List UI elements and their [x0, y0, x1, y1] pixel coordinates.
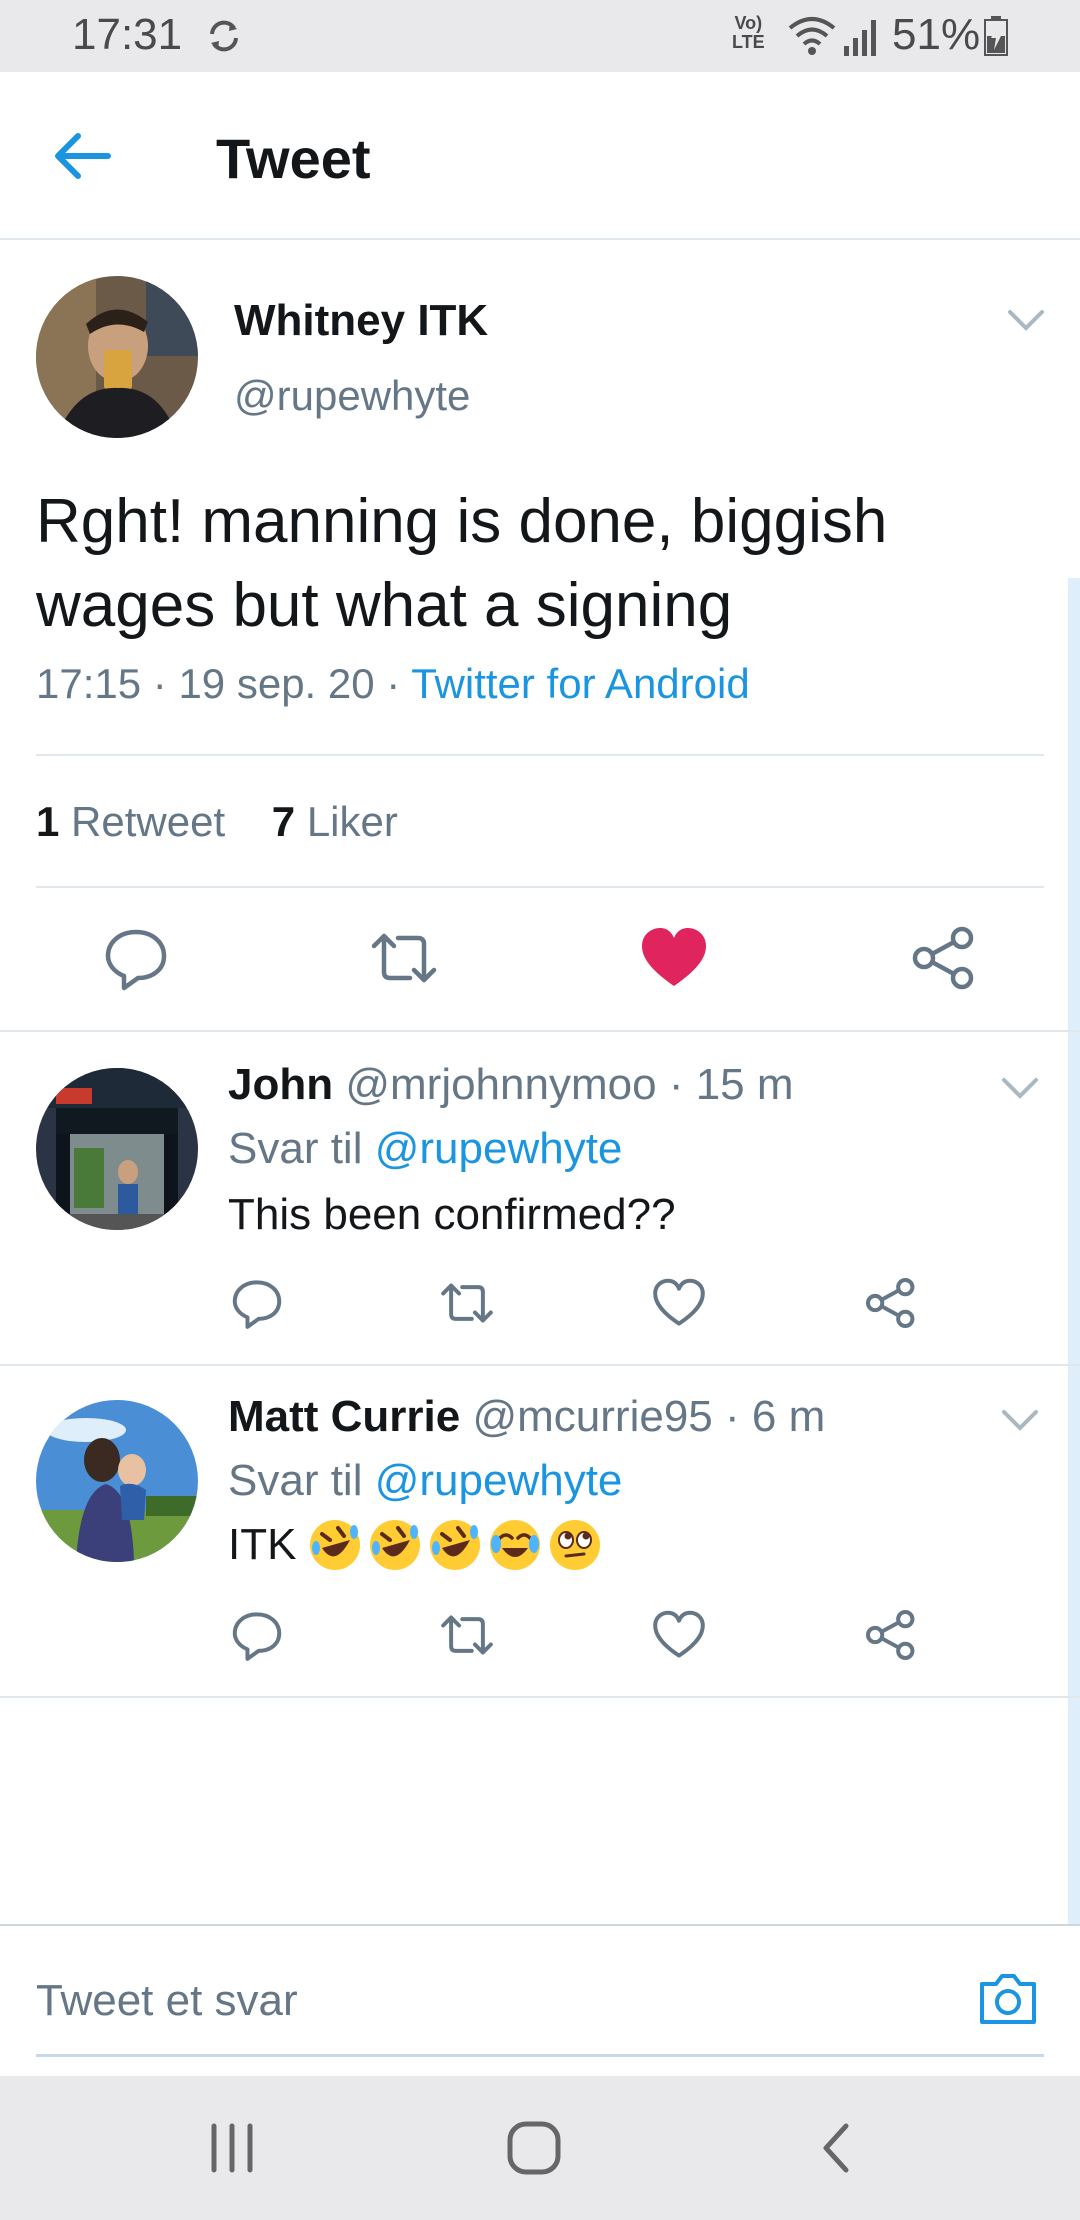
back-arrow-icon[interactable] [48, 124, 120, 188]
heart-outline-icon[interactable] [652, 1276, 706, 1330]
meta-separator: · [386, 660, 401, 707]
eye-roll-emoji [550, 1520, 601, 1570]
reply-avatar[interactable] [36, 1400, 198, 1562]
divider [36, 754, 1044, 756]
meta-separator: · [152, 660, 167, 707]
sync-icon [210, 20, 238, 52]
tweet-source-link[interactable]: Twitter for Android [411, 660, 749, 707]
retweets-stat[interactable]: 1 Retweet [36, 798, 225, 845]
battery-percent: 51% [892, 10, 981, 59]
chevron-down-icon[interactable] [998, 1402, 1042, 1438]
retweet-icon[interactable] [440, 1276, 494, 1330]
back-icon[interactable] [808, 2118, 868, 2178]
heart-filled-icon[interactable] [640, 924, 708, 992]
chevron-down-icon[interactable] [1004, 302, 1048, 338]
chevron-down-icon[interactable] [998, 1070, 1042, 1106]
likes-stat[interactable]: 7 Liker [272, 798, 398, 845]
recent-apps-icon[interactable] [202, 2118, 262, 2178]
reply-icon[interactable] [230, 1276, 284, 1330]
divider [0, 1924, 1080, 1926]
reply-age: 6 m [751, 1392, 826, 1441]
divider [0, 1030, 1080, 1032]
tweet-meta: 17:15 · 19 sep. 20 · Twitter for Android [36, 660, 750, 708]
reply-author-handle[interactable]: @mcurrie95 [472, 1392, 712, 1441]
retweet-icon[interactable] [440, 1608, 494, 1662]
home-icon[interactable] [504, 2118, 564, 2178]
divider [36, 886, 1044, 888]
reply-age: 15 m [695, 1060, 794, 1109]
tweet-text: Rght! manning is done, biggish wages but… [36, 487, 888, 640]
reply-text: This been confirmed?? [228, 1190, 676, 1239]
status-bar: 17:31 Vo) LTE 51% [0, 0, 1080, 72]
reply-to-link[interactable]: @rupewhyte [375, 1456, 623, 1505]
wifi-icon [788, 17, 836, 55]
tweet-date: 19 sep. 20 [178, 660, 375, 707]
tears-of-joy-emoji [490, 1520, 541, 1570]
scrollbar[interactable] [1068, 578, 1080, 1924]
app-header: Tweet [0, 72, 1080, 240]
signal-icon [844, 20, 876, 56]
reply-to-link[interactable]: @rupewhyte [375, 1124, 623, 1173]
rolling-on-floor-laughing-emoji [310, 1520, 361, 1570]
reply-text: ITK [228, 1518, 602, 1572]
reply-icon[interactable] [230, 1608, 284, 1662]
reply-context: Svar til @rupewhyte [228, 1456, 623, 1505]
reply-author-name[interactable]: Matt Currie [228, 1392, 460, 1441]
tweet-stats: 1 Retweet 7 Liker [36, 798, 398, 846]
reply-icon[interactable] [102, 924, 170, 992]
rolling-on-floor-laughing-emoji [430, 1520, 481, 1570]
battery-charging-icon [984, 16, 1008, 56]
rolling-on-floor-laughing-emoji [370, 1520, 421, 1570]
author-avatar[interactable] [36, 276, 198, 438]
reply-context: Svar til @rupewhyte [228, 1124, 623, 1173]
divider [0, 1364, 1080, 1366]
page-title: Tweet [216, 127, 371, 190]
share-icon[interactable] [864, 1276, 918, 1330]
camera-icon[interactable] [976, 1968, 1040, 2028]
compose-underline [36, 2054, 1044, 2057]
retweet-icon[interactable] [370, 924, 438, 992]
reply-author-name[interactable]: John [228, 1060, 333, 1109]
author-name[interactable]: Whitney ITK [234, 296, 488, 346]
reply-compose-input[interactable]: Tweet et svar [36, 1976, 298, 2026]
system-nav-bar [0, 2076, 1080, 2220]
share-icon[interactable] [864, 1608, 918, 1662]
volte-indicator: Vo) LTE [732, 13, 765, 52]
reply-header: Matt Currie @mcurrie95 · 6 m [228, 1392, 826, 1441]
reply-header: John @mrjohnnymoo · 15 m [228, 1060, 794, 1109]
author-handle[interactable]: @rupewhyte [234, 372, 470, 420]
divider [0, 1696, 1080, 1698]
reply-author-handle[interactable]: @mrjohnnymoo [345, 1060, 656, 1109]
heart-outline-icon[interactable] [652, 1608, 706, 1662]
status-time: 17:31 [72, 10, 183, 59]
share-icon[interactable] [910, 924, 978, 992]
tweet-time: 17:15 [36, 660, 142, 707]
reply-avatar[interactable] [36, 1068, 198, 1230]
